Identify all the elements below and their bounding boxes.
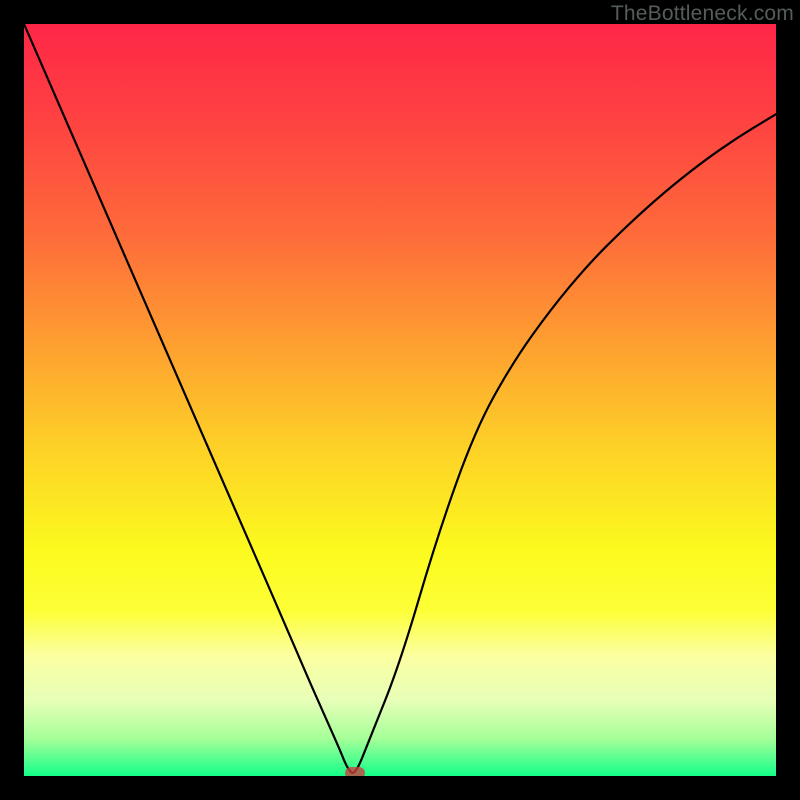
- chart-frame: [24, 24, 776, 776]
- watermark-text: TheBottleneck.com: [611, 2, 794, 26]
- chart-background-gradient: [24, 24, 776, 776]
- chart-marker-point: [345, 767, 365, 776]
